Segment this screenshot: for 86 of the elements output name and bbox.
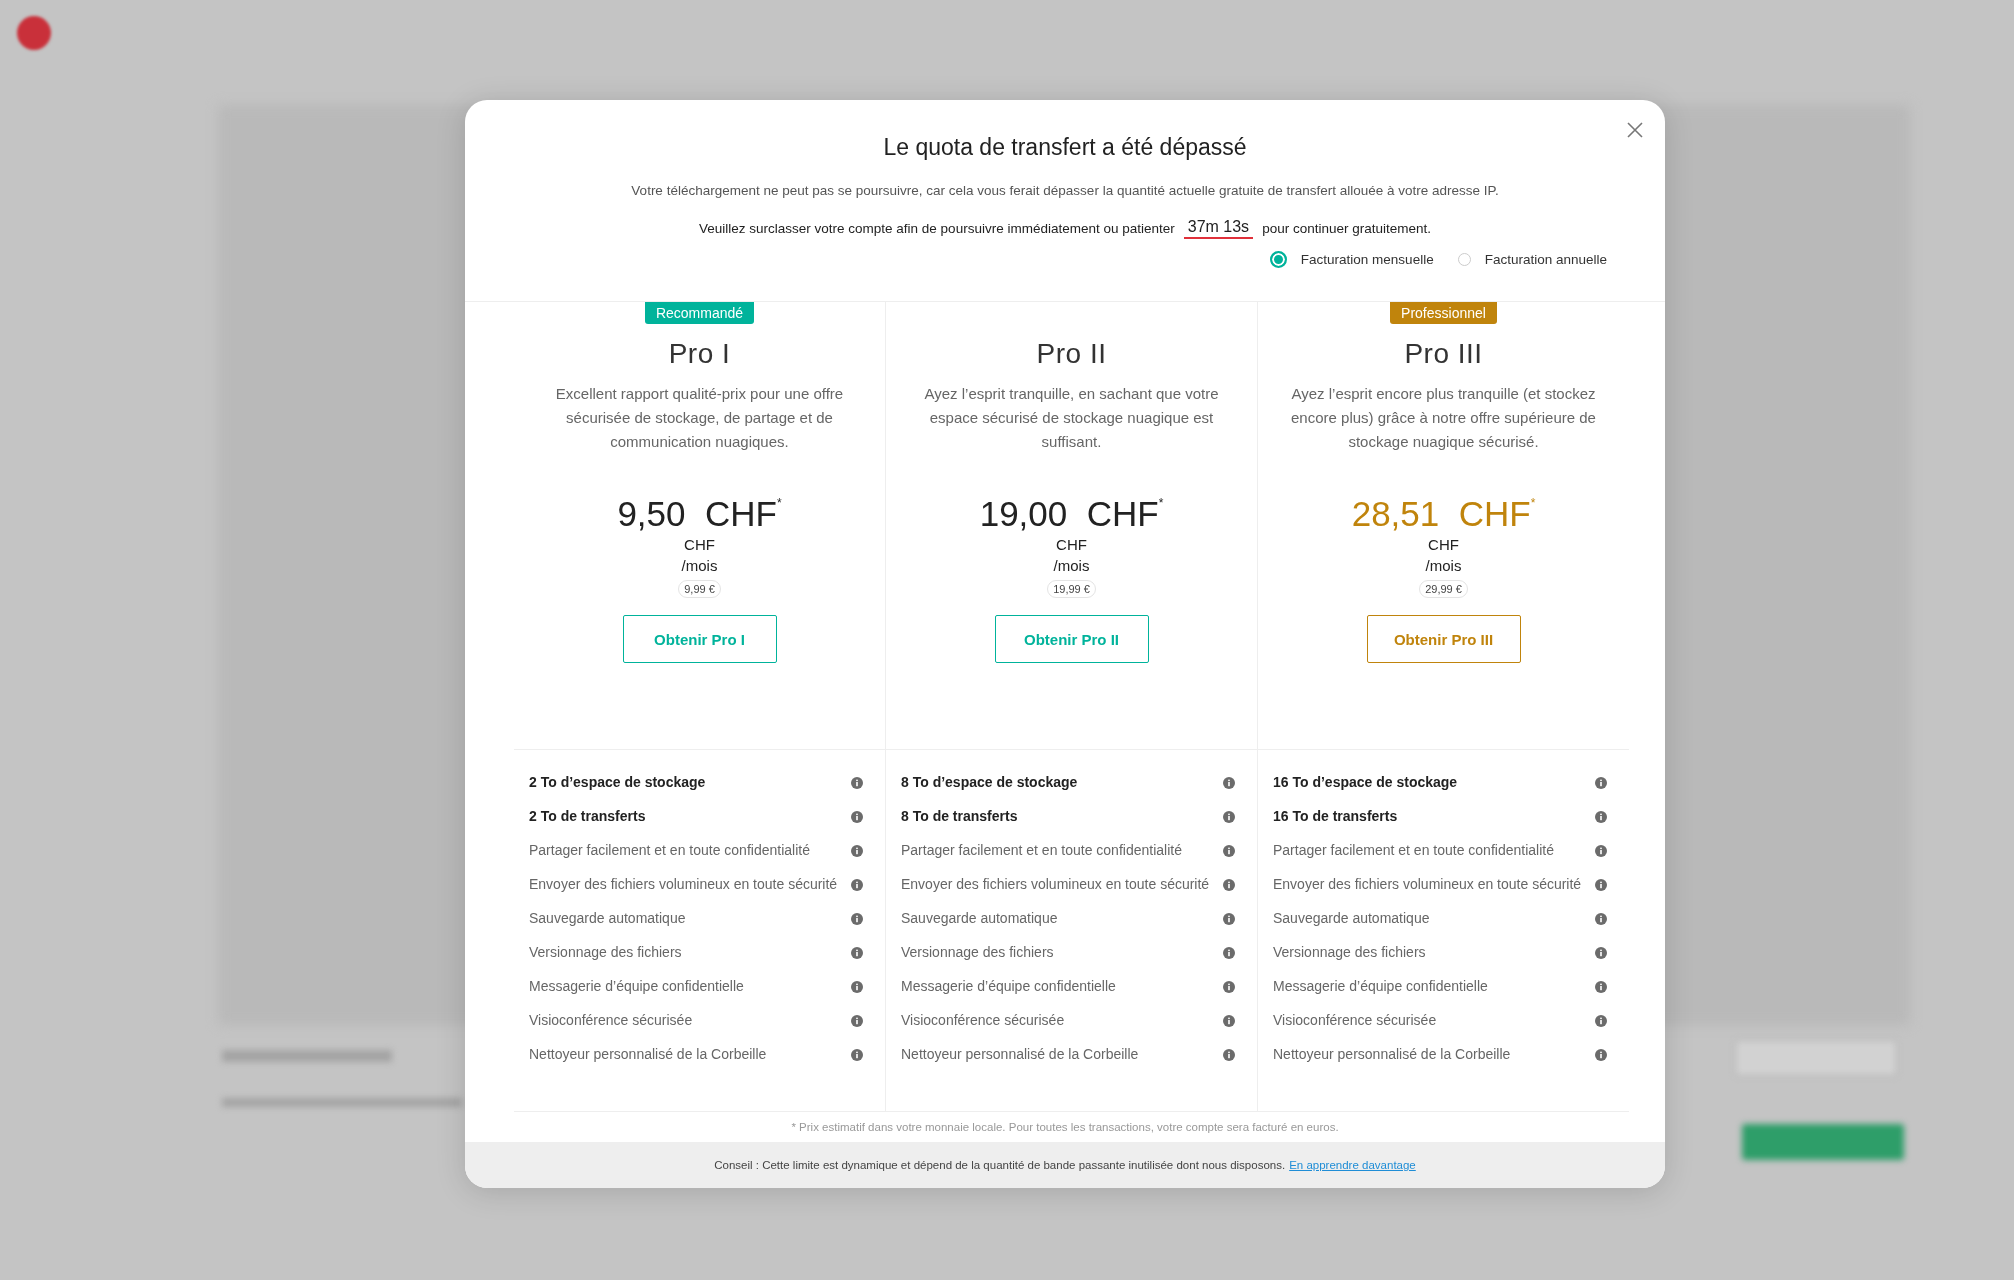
info-icon[interactable] <box>1595 811 1607 823</box>
info-icon[interactable] <box>851 1015 863 1027</box>
feature-text: 2 To de transferts <box>529 807 647 826</box>
dialog-title: Le quota de transfert a été dépassé <box>883 134 1247 161</box>
info-icon[interactable] <box>1595 981 1607 993</box>
feature-text: Visioconférence sécurisée <box>529 1011 694 1030</box>
feature-text: Visioconférence sécurisée <box>1273 1011 1438 1030</box>
info-icon[interactable] <box>1223 981 1235 993</box>
info-icon[interactable] <box>851 1049 863 1061</box>
learn-more-link[interactable]: En apprendre davantage <box>1289 1159 1416 1171</box>
feature-text: Envoyer des fichiers volumineux en toute sécurité <box>1273 875 1583 894</box>
feature-text: Versionnage des fichiers <box>529 943 683 962</box>
info-icon[interactable] <box>1223 913 1235 925</box>
plan-badge: Professionnel <box>1390 302 1497 324</box>
period-label: /mois <box>1425 557 1462 574</box>
plan-badge: Recommandé <box>644 302 755 324</box>
info-icon[interactable] <box>1595 879 1607 891</box>
feature-text: Sauvegarde automatique <box>901 909 1059 928</box>
feature-text: Nettoyeur personnalisé de la Corbeille <box>901 1045 1140 1064</box>
message-text: Votre téléchargement ne peut pas se poursuivre, car cela vous ferait dépasser la quantité actuelle gratuite de transfert allouée à votre adresse IP. <box>631 183 1499 198</box>
info-icon[interactable] <box>851 947 863 959</box>
plan-description: Ayez l’esprit tranquille, en sachant que votre espace sécurisé de stockage nuagique est suffisant. <box>923 384 1220 452</box>
period-label: /mois <box>1053 557 1090 574</box>
plan-name: Pro III <box>1404 338 1483 370</box>
billing-radio[interactable]: Facturation mensuelle <box>1269 251 1434 268</box>
instruction-text: pour continuer gratuitement. <box>1262 221 1431 236</box>
plan-price: 28,51 CHF$^{*}$ <box>1351 494 1536 534</box>
currency-label: CHF <box>684 536 715 553</box>
plan-name: Pro II <box>1036 338 1107 370</box>
info-icon[interactable] <box>1595 947 1607 959</box>
feature-text: Versionnage des fichiers <box>1273 943 1427 962</box>
feature-text: Partager facilement et en toute confidentialité <box>901 841 1183 860</box>
info-icon[interactable] <box>1595 777 1607 789</box>
feature-text: Sauvegarde automatique <box>529 909 687 928</box>
countdown-timer: 37m 13s <box>1183 218 1254 239</box>
info-icon[interactable] <box>1223 845 1235 857</box>
close-icon[interactable] <box>1625 120 1645 140</box>
info-icon[interactable] <box>851 811 863 823</box>
period-label: /mois <box>681 557 718 574</box>
info-icon[interactable] <box>1223 879 1235 891</box>
plan-description: Ayez l’esprit encore plus tranquille (et stockez encore plus) grâce à notre offre supérieure de stockage nuagique sécurisé. <box>1290 384 1597 452</box>
tip-text: Conseil : Cette limite est dynamique et dépend de la quantité de bande passante inutilisée dont nous disposons. <box>714 1159 1286 1171</box>
billing-radio[interactable]: Facturation annuelle <box>1457 251 1607 268</box>
feature-text: Visioconférence sécurisée <box>901 1011 1066 1030</box>
info-icon[interactable] <box>1595 913 1607 925</box>
feature-text: 2 To d’espace de stockage <box>529 773 707 792</box>
feature-text: Messagerie d’équipe confidentielle <box>1273 977 1489 996</box>
plan-button[interactable]: Obtenir Pro III <box>1366 615 1521 663</box>
feature-text: Versionnage des fichiers <box>901 943 1055 962</box>
plan-button[interactable]: Obtenir Pro II <box>994 615 1149 663</box>
feature-text: Messagerie d’équipe confidentielle <box>529 977 745 996</box>
feature-text: Nettoyeur personnalisé de la Corbeille <box>1273 1045 1512 1064</box>
feature-text: 16 To d’espace de stockage <box>1273 773 1459 792</box>
info-icon[interactable] <box>1223 811 1235 823</box>
info-icon[interactable] <box>1223 777 1235 789</box>
feature-text: 8 To de transferts <box>901 807 1019 826</box>
info-icon[interactable] <box>851 981 863 993</box>
plan-name: Pro I <box>668 338 731 370</box>
info-icon[interactable] <box>851 777 863 789</box>
logo-icon <box>17 16 51 50</box>
info-icon[interactable] <box>851 913 863 925</box>
info-icon[interactable] <box>1595 845 1607 857</box>
feature-text: 16 To de transferts <box>1273 807 1399 826</box>
info-icon[interactable] <box>1223 1015 1235 1027</box>
info-icon[interactable] <box>1223 947 1235 959</box>
feature-text: Nettoyeur personnalisé de la Corbeille <box>529 1045 768 1064</box>
feature-text: Partager facilement et en toute confidentialité <box>1273 841 1555 860</box>
currency-label: CHF <box>1056 536 1087 553</box>
plan-description: Excellent rapport qualité-prix pour une offre sécurisée de stockage, de partage et de communication nuagiques. <box>554 384 845 452</box>
footnote-text: * Prix estimatif dans votre monnaie locale. Pour toutes les transactions, votre compte sera facturé en euros. <box>790 1120 1340 1135</box>
feature-text: Partager facilement et en toute confidentialité <box>529 841 811 860</box>
feature-text: Sauvegarde automatique <box>1273 909 1431 928</box>
info-icon[interactable] <box>1223 1049 1235 1061</box>
feature-text: Envoyer des fichiers volumineux en toute sécurité <box>901 875 1211 894</box>
plan-price: 19,00 CHF$^{*}$ <box>979 494 1164 534</box>
feature-text: Messagerie d’équipe confidentielle <box>901 977 1117 996</box>
info-icon[interactable] <box>851 879 863 891</box>
info-icon[interactable] <box>1595 1015 1607 1027</box>
feature-text: Envoyer des fichiers volumineux en toute sécurité <box>529 875 839 894</box>
info-icon[interactable] <box>851 845 863 857</box>
plan-button[interactable]: Obtenir Pro I <box>622 615 777 663</box>
instruction-text: Veuillez surclasser votre compte afin de poursuivre immédiatement ou patienter <box>699 221 1175 236</box>
info-icon[interactable] <box>1595 1049 1607 1061</box>
plan-price: 9,50 CHF$^{*}$ <box>617 494 782 534</box>
currency-label: CHF <box>1428 536 1459 553</box>
feature-text: 8 To d’espace de stockage <box>901 773 1079 792</box>
